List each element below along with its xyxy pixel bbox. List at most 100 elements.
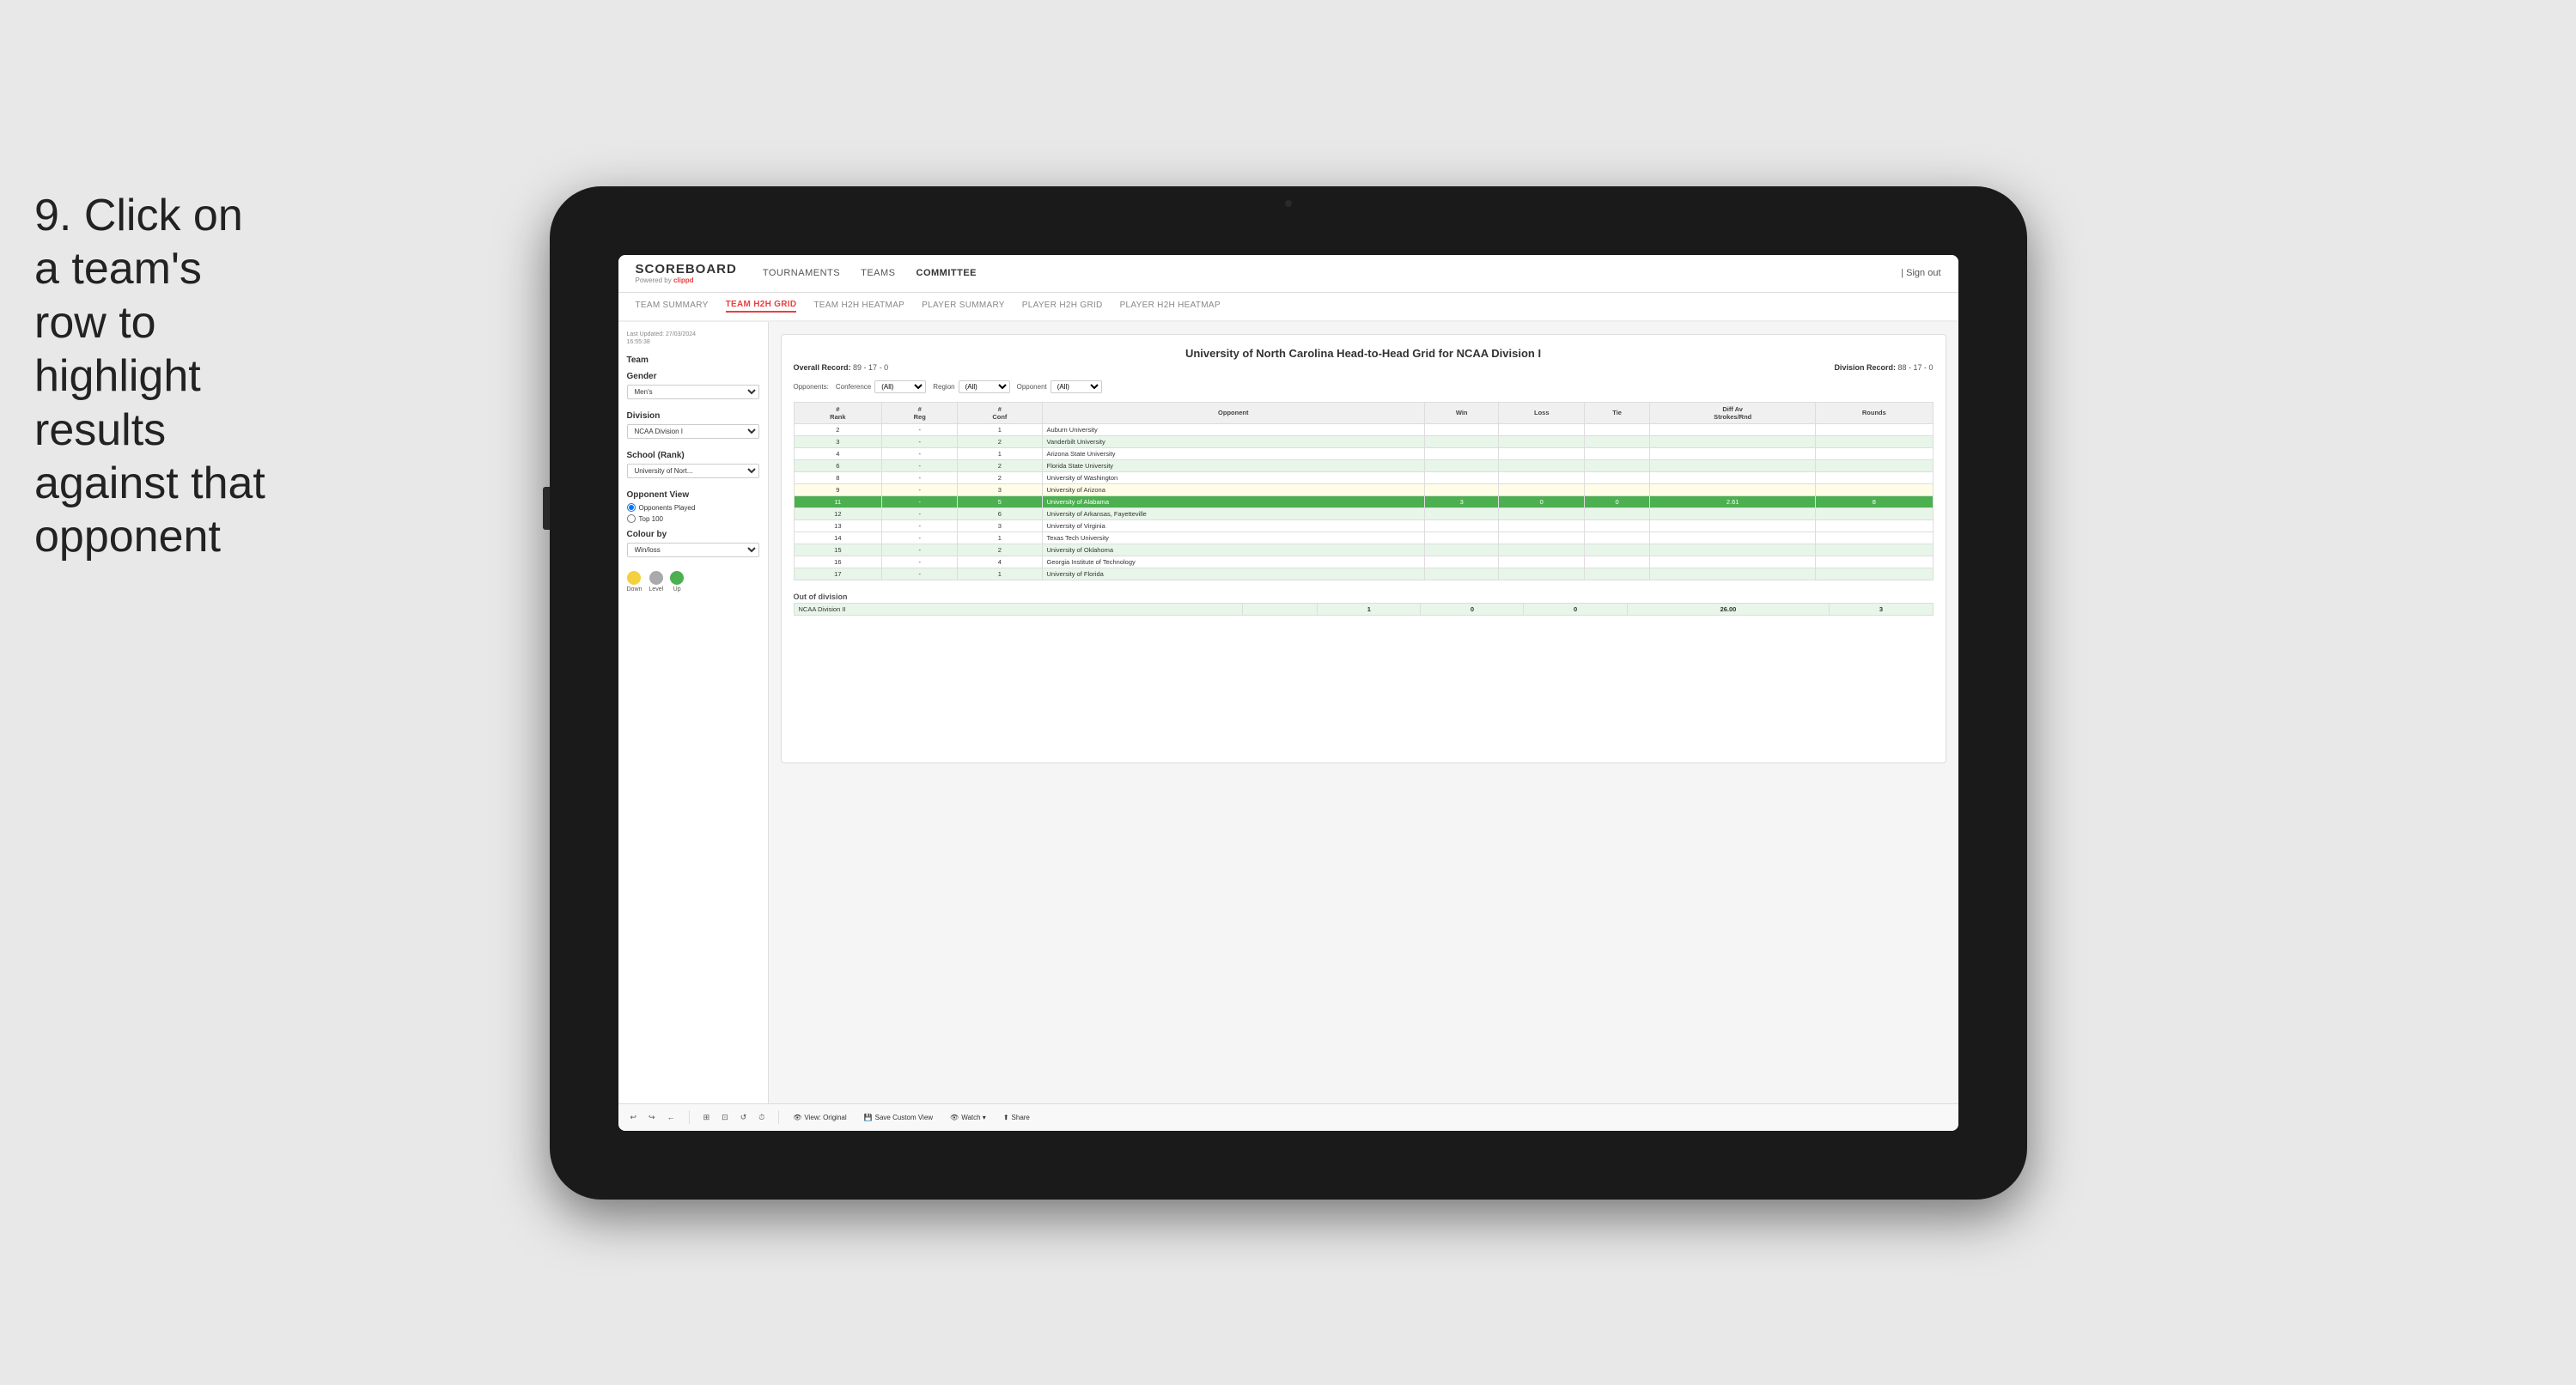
ood-loss: 0: [1421, 603, 1524, 615]
toolbar-separator-2: [778, 1110, 779, 1124]
nav-committee[interactable]: COMMITTEE: [917, 268, 977, 278]
table-row[interactable]: 17-1University of Florida: [794, 568, 1933, 580]
opponents-label: Opponents:: [794, 383, 829, 391]
diff-cell: [1650, 483, 1816, 495]
table-row[interactable]: 8-2University of Washington: [794, 471, 1933, 483]
right-panel: University of North Carolina Head-to-Hea…: [769, 322, 1958, 1103]
opponent-view-radio-group: Opponents Played Top 100: [627, 503, 759, 523]
share-icon: ⬆: [1003, 1114, 1009, 1121]
table-row[interactable]: 16-4Georgia Institute of Technology: [794, 556, 1933, 568]
report-container: University of North Carolina Head-to-Hea…: [781, 334, 1946, 763]
rank-cell: 8: [794, 471, 882, 483]
back-button[interactable]: ←: [664, 1111, 679, 1123]
rounds-cell: [1816, 471, 1933, 483]
conference-select[interactable]: (All): [874, 380, 926, 393]
ood-rounds: 3: [1830, 603, 1933, 615]
subnav-team-h2h-grid[interactable]: TEAM H2H GRID: [726, 300, 797, 313]
rank-cell: 9: [794, 483, 882, 495]
loss-cell: [1499, 435, 1585, 447]
conf-cell: 1: [958, 532, 1042, 544]
share-button[interactable]: ⬆ Share: [1000, 1112, 1033, 1123]
rank-cell: 14: [794, 532, 882, 544]
table-row[interactable]: 4-1Arizona State University: [794, 447, 1933, 459]
loss-cell: [1499, 471, 1585, 483]
tie-cell: [1585, 532, 1650, 544]
reg-cell: -: [882, 483, 958, 495]
redo-button[interactable]: ↪: [645, 1111, 659, 1124]
gender-select[interactable]: Men's: [627, 385, 759, 399]
conf-cell: 3: [958, 519, 1042, 532]
table-row[interactable]: 12-6University of Arkansas, Fayetteville: [794, 507, 1933, 519]
region-select[interactable]: (All): [959, 380, 1010, 393]
left-panel: Last Updated: 27/03/2024 16:55:38 Team G…: [618, 322, 769, 1103]
table-row[interactable]: 3-2Vanderbilt University: [794, 435, 1933, 447]
reg-cell: -: [882, 544, 958, 556]
toolbar-separator-1: [689, 1110, 690, 1124]
table-row[interactable]: 6-2Florida State University: [794, 459, 1933, 471]
subnav-team-h2h-heatmap[interactable]: TEAM H2H HEATMAP: [813, 301, 904, 312]
nav-teams[interactable]: TEAMS: [861, 268, 895, 278]
subnav-player-summary[interactable]: PLAYER SUMMARY: [922, 301, 1005, 312]
table-row[interactable]: 2-1Auburn University: [794, 423, 1933, 435]
opponent-filter-group: Opponent (All): [1017, 380, 1102, 393]
toolbar-tool-1[interactable]: ⊞: [700, 1111, 714, 1124]
toolbar-tool-3[interactable]: ↺: [737, 1111, 751, 1124]
opponent-cell: Texas Tech University: [1042, 532, 1424, 544]
main-content: Last Updated: 27/03/2024 16:55:38 Team G…: [618, 322, 1958, 1103]
tie-cell: [1585, 568, 1650, 580]
nav-tournaments[interactable]: TOURNAMENTS: [763, 268, 840, 278]
tie-cell: [1585, 544, 1650, 556]
rank-cell: 6: [794, 459, 882, 471]
opponents-played-option[interactable]: Opponents Played: [627, 503, 759, 512]
instruction-body: Click on a team's row to highlight resul…: [34, 191, 265, 562]
table-row[interactable]: 13-3University of Virginia: [794, 519, 1933, 532]
watch-button[interactable]: 👁 Watch ▾: [947, 1112, 990, 1123]
region-label: Region: [933, 383, 954, 391]
th-reg: #Reg: [882, 402, 958, 423]
toolbar-clock[interactable]: ⏱: [755, 1111, 768, 1124]
diff-cell: [1650, 544, 1816, 556]
toolbar-tool-2[interactable]: ⊡: [718, 1111, 732, 1124]
school-rank-select[interactable]: University of Nort...: [627, 464, 759, 478]
table-row[interactable]: 14-1Texas Tech University: [794, 532, 1933, 544]
opponent-select[interactable]: (All): [1050, 380, 1102, 393]
win-cell: [1424, 483, 1498, 495]
conf-cell: 4: [958, 556, 1042, 568]
rank-cell: 12: [794, 507, 882, 519]
table-row[interactable]: 9-3University of Arizona: [794, 483, 1933, 495]
rank-cell: 11: [794, 495, 882, 507]
out-of-division-table: NCAA Division II 1 0 0 26.00 3: [794, 603, 1934, 616]
diff-cell: [1650, 568, 1816, 580]
colour-by-select[interactable]: Win/loss: [627, 543, 759, 557]
gender-label: Gender: [627, 372, 759, 381]
top-nav: SCOREBOARD Powered by clippd TOURNAMENTS…: [618, 255, 1958, 293]
undo-button[interactable]: ↩: [627, 1111, 641, 1124]
sign-out[interactable]: | Sign out: [1901, 268, 1940, 278]
diff-cell: 2.61: [1650, 495, 1816, 507]
loss-cell: [1499, 459, 1585, 471]
diff-cell: [1650, 507, 1816, 519]
conference-filter-group: Conference (All): [836, 380, 926, 393]
rank-cell: 4: [794, 447, 882, 459]
subnav-player-h2h-heatmap[interactable]: PLAYER H2H HEATMAP: [1120, 301, 1221, 312]
view-original-button[interactable]: 👁 View: Original: [789, 1112, 850, 1123]
th-opponent: Opponent: [1042, 402, 1424, 423]
reg-cell: -: [882, 519, 958, 532]
rank-cell: 17: [794, 568, 882, 580]
loss-cell: [1499, 423, 1585, 435]
table-row[interactable]: 11-5University of Alabama3002.618: [794, 495, 1933, 507]
top-100-option[interactable]: Top 100: [627, 514, 759, 523]
out-of-division-row[interactable]: NCAA Division II 1 0 0 26.00 3: [794, 603, 1933, 615]
table-row[interactable]: 15-2University of Oklahoma: [794, 544, 1933, 556]
subnav-team-summary[interactable]: TEAM SUMMARY: [636, 301, 709, 312]
tie-cell: [1585, 435, 1650, 447]
th-conf: #Conf: [958, 402, 1042, 423]
reg-cell: -: [882, 471, 958, 483]
records-row: Overall Record: 89 - 17 - 0 Division Rec…: [794, 363, 1934, 372]
school-rank-label: School (Rank): [627, 451, 759, 460]
save-custom-view-button[interactable]: 💾 Save Custom View: [861, 1112, 936, 1123]
win-cell: [1424, 459, 1498, 471]
conf-cell: 1: [958, 447, 1042, 459]
division-select[interactable]: NCAA Division I: [627, 424, 759, 439]
subnav-player-h2h-grid[interactable]: PLAYER H2H GRID: [1022, 301, 1103, 312]
